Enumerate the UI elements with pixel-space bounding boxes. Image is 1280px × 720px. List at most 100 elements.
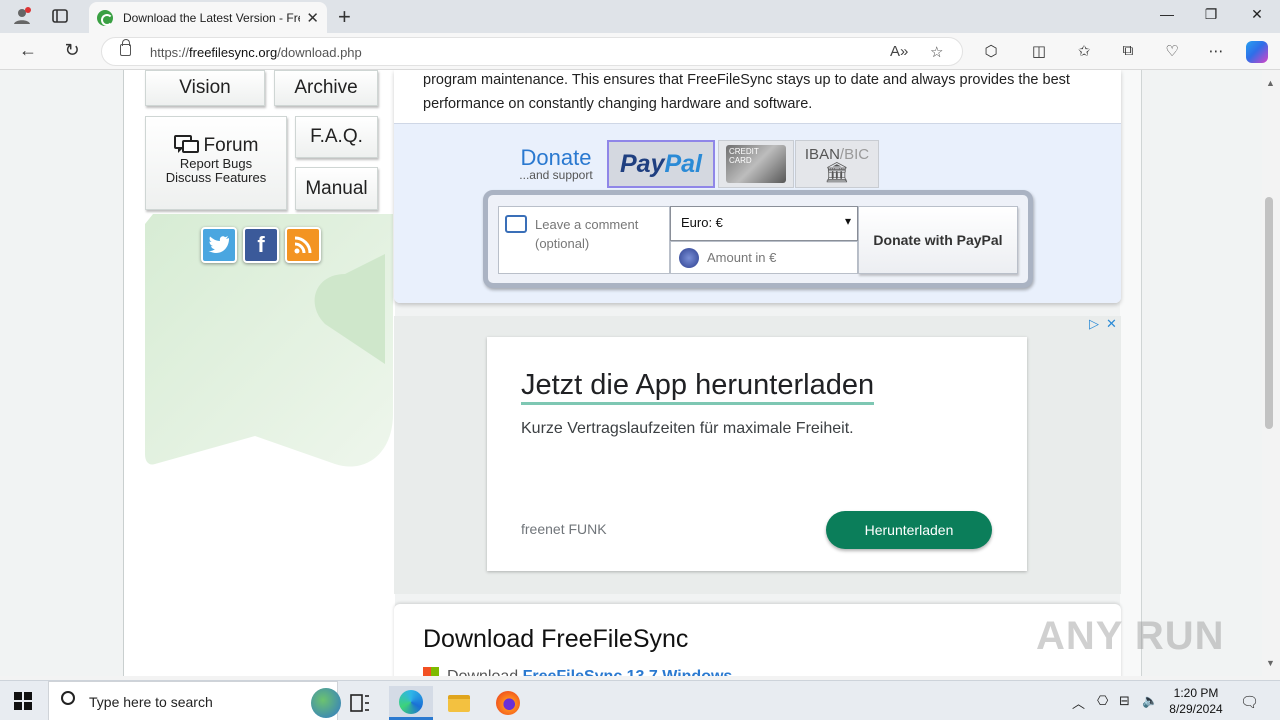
coins-icon: [679, 248, 699, 268]
manual-button[interactable]: Manual: [295, 167, 378, 210]
download-heading: Download FreeFileSync: [423, 625, 689, 653]
file-explorer-icon[interactable]: [437, 686, 481, 720]
paypal-logo-pal: Pal: [664, 149, 702, 178]
show-hidden-icons-icon[interactable]: ︿: [1072, 693, 1085, 712]
read-aloud-icon[interactable]: A»: [890, 43, 908, 60]
currency-select[interactable]: Euro: € ▾: [670, 206, 858, 241]
close-ad-icon[interactable]: ✕: [1106, 316, 1117, 332]
comment-bubble-icon: [505, 215, 527, 233]
tab-actions-icon[interactable]: [48, 5, 72, 27]
forum-sub-bugs: Report Bugs: [179, 156, 253, 171]
close-tab-icon[interactable]: ✕: [306, 9, 319, 27]
background-logo-arrow-icon: [145, 214, 393, 467]
more-menu-icon[interactable]: ⋯: [1205, 42, 1227, 62]
windows-logo-icon: [423, 667, 439, 676]
refresh-icon[interactable]: ↻: [59, 40, 85, 64]
currency-selected-value: Euro: €: [681, 215, 723, 230]
extensions-icon[interactable]: ⬡: [980, 42, 1002, 62]
forum-label: Forum: [203, 135, 259, 156]
url-text: https://freefilesync.org/download.php: [150, 45, 362, 60]
credit-card-icon: CREDIT CARD: [726, 145, 786, 183]
new-tab-icon[interactable]: +: [338, 4, 351, 30]
donate-subtitle: ...and support: [519, 167, 593, 182]
chevron-down-icon: ▾: [844, 214, 851, 228]
facebook-icon[interactable]: f: [243, 227, 279, 263]
page-viewport: Vision Archive Forum Report Bugs Discuss…: [0, 70, 1262, 676]
minimize-icon[interactable]: —: [1144, 6, 1190, 22]
donate-title: Donate: [520, 144, 592, 170]
paypal-logo-pay: Pay: [619, 149, 665, 178]
iban-bic-tab[interactable]: IBAN/BIC 🏛: [795, 140, 879, 188]
vision-button[interactable]: Vision: [145, 70, 265, 106]
donate-panel: Donate ...and support Pay Pal CREDIT CARD…: [394, 123, 1121, 303]
donate-with-paypal-button[interactable]: Donate with PayPal: [858, 206, 1018, 274]
bank-icon: 🏛: [824, 161, 850, 184]
right-margin-column: [1120, 70, 1142, 676]
clock-time: 1:20 PM: [1173, 686, 1219, 700]
back-icon[interactable]: ←: [15, 40, 41, 64]
forum-chat-icon: [173, 135, 199, 153]
ad-download-button[interactable]: Herunterladen: [826, 511, 992, 549]
amount-placeholder: Amount in €: [707, 250, 777, 265]
twitter-icon[interactable]: [201, 227, 237, 263]
favorites-icon[interactable]: ✩: [1073, 42, 1095, 62]
network-icon[interactable]: ⊟: [1119, 693, 1130, 709]
faq-button[interactable]: F.A.Q.: [295, 116, 378, 158]
tab-title: Download the Latest Version - FreeFileSy…: [122, 10, 300, 25]
close-window-icon[interactable]: ✕: [1234, 6, 1280, 23]
scroll-down-icon[interactable]: ▼: [1266, 658, 1275, 668]
lock-icon[interactable]: [120, 39, 131, 56]
forum-sub-features: Discuss Features: [165, 170, 267, 185]
scrollbar-thumb[interactable]: [1265, 197, 1273, 429]
credit-card-label: CREDIT CARD: [729, 147, 759, 165]
restore-icon[interactable]: ❐: [1188, 6, 1234, 23]
freefilesync-favicon-icon: [97, 9, 113, 26]
task-view-icon[interactable]: [338, 686, 382, 720]
archive-button[interactable]: Archive: [274, 70, 378, 106]
system-clock[interactable]: 1:20 PM 8/29/2024: [1160, 685, 1232, 717]
firefox-icon[interactable]: [486, 686, 530, 720]
ad-brand: freenet FUNK: [521, 521, 607, 537]
search-icon: [61, 691, 75, 705]
volume-icon[interactable]: 🔈: [1142, 693, 1158, 709]
notifications-icon[interactable]: 🗨: [1240, 693, 1259, 711]
windows-taskbar: Type here to search ︿ ⎔ ⊟ 🔈 1:20 PM 8/29…: [0, 680, 1280, 720]
profile-icon[interactable]: [10, 5, 34, 27]
comment-textarea[interactable]: Leave a comment (optional): [498, 206, 670, 274]
split-screen-icon[interactable]: ◫: [1028, 42, 1050, 62]
paypal-donate-form: Leave a comment (optional) Euro: € ▾ Amo…: [483, 190, 1033, 288]
download-section: Download FreeFileSync Download FreeFileS…: [394, 604, 1121, 676]
forum-button[interactable]: Forum Report Bugs Discuss Features: [145, 116, 287, 210]
donate-heading: Donate ...and support: [506, 140, 606, 188]
paypal-tab[interactable]: Pay Pal: [607, 140, 715, 188]
active-tab[interactable]: Download the Latest Version - FreeFileSy…: [89, 2, 327, 33]
clock-date: 8/29/2024: [1169, 702, 1223, 716]
anyrun-watermark: ANY RUN: [1036, 614, 1225, 658]
ad-description: Kurze Vertragslaufzeiten für maximale Fr…: [521, 420, 854, 437]
browser-essentials-icon[interactable]: ♡: [1161, 42, 1183, 62]
tab-strip: Download the Latest Version - FreeFileSy…: [0, 0, 1280, 33]
scroll-up-icon[interactable]: ▲: [1266, 78, 1275, 88]
download-windows-link[interactable]: Download FreeFileSync 13.7 Windows: [423, 667, 732, 676]
search-highlight-icon: [311, 688, 341, 718]
vertical-scrollbar[interactable]: ▲ ▼: [1262, 70, 1280, 676]
ad-headline[interactable]: Jetzt die App herunterladen: [521, 368, 875, 405]
maintenance-paragraph: program maintenance. This ensures that F…: [423, 72, 1070, 112]
ad-card[interactable]: Jetzt die App herunterladen Kurze Vertra…: [487, 337, 1027, 571]
taskbar-search[interactable]: Type here to search: [48, 681, 341, 720]
adchoices-icon[interactable]: ▷: [1089, 316, 1099, 332]
iban-bic-label: IBAN/BIC: [804, 145, 870, 163]
edge-taskbar-icon[interactable]: [389, 686, 433, 720]
start-windows-icon[interactable]: [14, 692, 32, 710]
collections-icon[interactable]: ⧉: [1117, 42, 1139, 62]
address-bar[interactable]: https://freefilesync.org/download.php A»…: [101, 37, 963, 66]
donation-info-card: program maintenance. This ensures that F…: [394, 70, 1121, 303]
favorite-star-icon[interactable]: ☆: [930, 43, 943, 61]
rss-feed-icon[interactable]: [285, 227, 321, 263]
copilot-icon[interactable]: [1246, 41, 1268, 63]
credit-card-tab[interactable]: CREDIT CARD: [718, 140, 794, 188]
address-toolbar: ← ↻ https://freefilesync.org/download.ph…: [0, 33, 1280, 70]
search-placeholder: Type here to search: [89, 694, 213, 710]
meet-now-icon[interactable]: ⎔: [1097, 693, 1108, 709]
amount-input[interactable]: Amount in €: [670, 241, 858, 274]
